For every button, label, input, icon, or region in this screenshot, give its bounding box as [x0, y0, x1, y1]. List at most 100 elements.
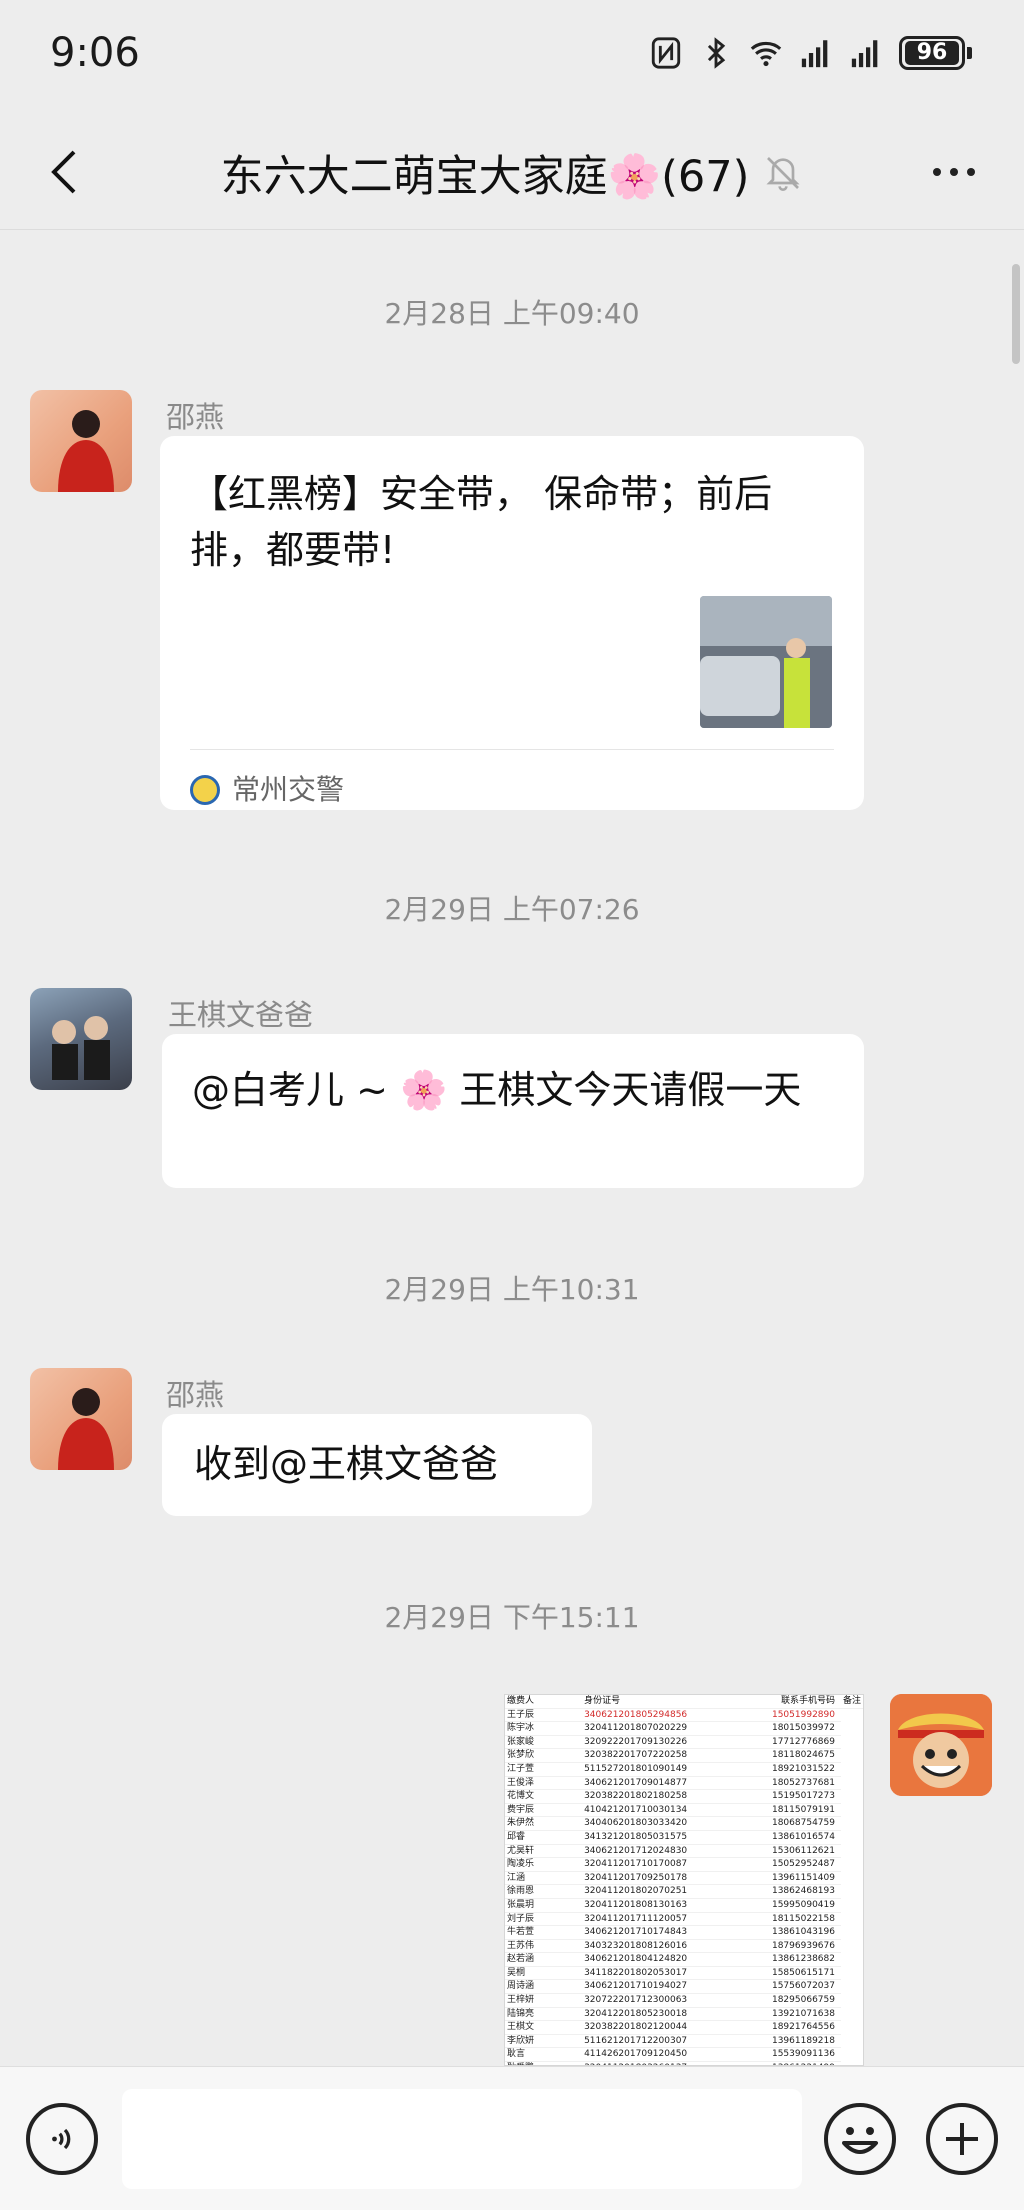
table-cell: 320922201709130226: [582, 1735, 698, 1750]
avatar[interactable]: [30, 390, 132, 492]
table-cell: 吴桐: [505, 1966, 583, 1981]
avatar[interactable]: [30, 1368, 132, 1470]
chat-title[interactable]: 东六大二萌宝大家庭🌸(67): [221, 142, 750, 204]
more-button[interactable]: [924, 152, 984, 192]
message-bubble[interactable]: @白考儿 ~ 🌸 王棋文今天请假一天: [162, 1034, 864, 1188]
table-cell: 15850615171: [697, 1966, 841, 1981]
input-bar: [0, 2066, 1024, 2210]
table-cell: 410421201710030134: [582, 1803, 698, 1818]
table-row: 张晨玥 320411201808130163 15995090419: [505, 1898, 863, 1913]
table-cell: 13861238682: [697, 1952, 841, 1967]
avatar[interactable]: [30, 988, 132, 1090]
table-row: 刘子辰 320411201711120057 18115022158: [505, 1912, 863, 1927]
table-cell: 341182201802053017: [582, 1966, 698, 1981]
message-text: 收到@王棋文爸爸: [194, 1442, 499, 1486]
table-cell: 陆锦亮: [505, 2007, 583, 2022]
table-row: 张家峻 320922201709130226 17712776869: [505, 1735, 863, 1750]
signal-icon: [801, 40, 828, 68]
card-source: 常州交警: [190, 762, 344, 818]
link-card[interactable]: 【红黑榜】安全带， 保命带；前后排，都要带! 常州交警: [160, 436, 864, 810]
message-input[interactable]: [122, 2089, 802, 2189]
wifi-icon: [750, 41, 782, 67]
battery-icon: 96: [899, 36, 972, 70]
table-cell: 320382201707220258: [582, 1748, 698, 1763]
table-cell: 340621201712024830: [582, 1844, 698, 1859]
table-cell: 18015039972: [697, 1721, 841, 1736]
table-row: 李欣妍 511621201712200307 13961189218: [505, 2034, 863, 2049]
table-cell: 13961151409: [697, 1871, 841, 1886]
plus-button[interactable]: [926, 2103, 998, 2175]
table-row: 周诗涵 340621201710194027 15756072037: [505, 1979, 863, 1995]
table-cell: 尤昊轩: [505, 1844, 583, 1859]
table-cell: 320411201710170087: [582, 1857, 698, 1872]
table-cell: 340621201710194027: [582, 1979, 698, 1995]
table-row: 费宇辰 410421201710030134 18115079191: [505, 1803, 863, 1818]
table-cell: 411426201709120450: [582, 2047, 698, 2063]
image-message[interactable]: 缴费人 身份证号 联系手机号码 备注 王子辰 340621201805294856 1505…: [504, 1694, 864, 2066]
table-cell: 13862468193: [697, 1884, 841, 1899]
table-cell: 陶凌乐: [505, 1857, 583, 1872]
table-cell: 刘子辰: [505, 1912, 583, 1927]
table-row: 陈宇冰 320411201807020229 18015039972: [505, 1721, 863, 1736]
table-cell: 340323201808126016: [582, 1939, 698, 1954]
table-cell: 赵若涵: [505, 1952, 583, 1967]
table-cell: 320411201711120057: [582, 1912, 698, 1927]
message-text: @白考儿 ~ 🌸 王棋文今天请假一天: [192, 1068, 802, 1112]
message-bubble[interactable]: 收到@王棋文爸爸: [162, 1414, 592, 1516]
table-cell: 朱伊然: [505, 1816, 583, 1831]
table-row: 张梦欣 320382201707220258 18118024675: [505, 1748, 863, 1763]
table-cell: 18115022158: [697, 1912, 841, 1927]
table-row: 耿言 411426201709120450 15539091136: [505, 2047, 863, 2063]
table-cell: 李欣妍: [505, 2034, 583, 2049]
table-cell: 320411201709250178: [582, 1871, 698, 1886]
table-cell: 王子辰: [505, 1708, 583, 1723]
table-cell: 邱睿: [505, 1830, 583, 1845]
voice-button[interactable]: [26, 2103, 98, 2175]
divider: [190, 749, 834, 750]
table-cell: 17712776869: [697, 1735, 841, 1750]
table-cell: 340621201804124820: [582, 1952, 698, 1967]
sender-name: 王棋文爸爸: [168, 998, 314, 1032]
more-icon: [933, 168, 941, 176]
emoji-icon: [842, 2127, 878, 2154]
table-cell: 牛若萱: [505, 1925, 583, 1940]
sender-name: 邵燕: [166, 400, 225, 434]
table-cell: 511621201712200307: [582, 2034, 698, 2049]
mute-bell-icon: [766, 157, 800, 191]
nfc-icon: [651, 37, 681, 69]
table-cell: 15195017273: [697, 1789, 841, 1804]
table-row: 吴桐 341182201802053017 15850615171: [505, 1966, 863, 1981]
table-cell: 15052952487: [697, 1857, 841, 1872]
status-bar: 9:06 96: [0, 0, 1024, 116]
table-cell: 340621201710174843: [582, 1925, 698, 1940]
table-cell: 张晨玥: [505, 1898, 583, 1913]
table-cell: 18052737681: [697, 1776, 841, 1791]
table-cell: 320382201802120044: [582, 2020, 698, 2035]
table-row: 江涵 320411201709250178 13961151409: [505, 1871, 863, 1886]
table-header-cell: 联系手机号码: [697, 1695, 841, 1709]
card-thumbnail: [700, 596, 832, 728]
table-cell: 13861016574: [697, 1830, 841, 1845]
timestamp: 2月29日 下午15:11: [384, 1601, 640, 1634]
voice-icon: [52, 2128, 71, 2150]
table-cell: 18921031522: [697, 1762, 841, 1777]
table-header-cell: 身份证号: [582, 1695, 698, 1709]
table-cell: 江子萱: [505, 1762, 583, 1777]
table-cell: 15995090419: [697, 1898, 841, 1913]
table-cell: 340406201803033420: [582, 1816, 698, 1831]
table-cell: 15051992890: [697, 1708, 841, 1723]
table-cell: 320411201808130163: [582, 1898, 698, 1913]
table-cell: 341321201805031575: [582, 1830, 698, 1845]
timestamp: 2月29日 上午10:31: [384, 1273, 640, 1306]
table-row: 王苏伟 340323201808126016 18796939676: [505, 1939, 863, 1954]
table-cell: 15539091136: [697, 2047, 841, 2063]
table-cell: 15306112621: [697, 1844, 841, 1859]
table-row: 牛若萱 340621201710174843 13861043196: [505, 1925, 863, 1940]
table-row: 江子萱 511527201801090149 18921031522: [505, 1762, 863, 1777]
spreadsheet-preview: 缴费人 身份证号 联系手机号码 备注 王子辰 340621201805294856 1505…: [505, 1695, 863, 2065]
emoji-button[interactable]: [824, 2103, 896, 2175]
avatar[interactable]: [890, 1694, 992, 1796]
table-row: 陶凌乐 320411201710170087 15052952487: [505, 1857, 863, 1872]
police-badge-icon: [190, 775, 220, 805]
table-header-cell: 备注: [840, 1695, 863, 1709]
